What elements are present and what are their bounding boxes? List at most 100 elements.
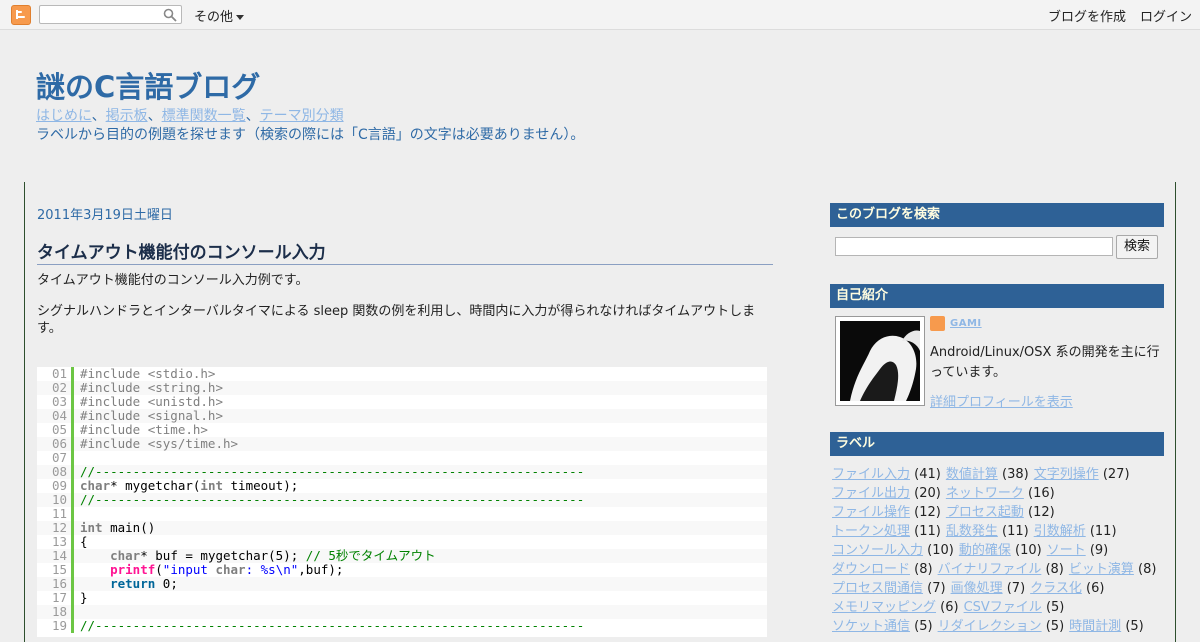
profile-photo[interactable] [835,316,925,406]
label-link[interactable]: ファイル操作 [832,505,910,520]
line-number: 05 [37,423,74,437]
code-text: #include <stdio.h> [80,366,216,381]
code-block: 01 #include <stdio.h> 02 #include <string.h… [37,367,767,637]
label-count: (8) [1138,562,1157,577]
label-count: (41) [914,467,941,482]
label-link[interactable]: 画像処理 [951,581,1003,596]
blogger-profile-icon [930,316,945,331]
search-button[interactable]: 検索 [1116,235,1158,259]
line-number: 15 [37,563,74,577]
label-count: (11) [914,524,941,539]
code-text: //--------------------------------------… [80,492,585,507]
label-item: ファイル操作 (12) [832,503,941,522]
label-link[interactable]: トークン処理 [832,524,910,539]
line-number: 03 [37,395,74,409]
line-number: 12 [37,521,74,535]
label-link[interactable]: CSVファイル [964,600,1042,615]
label-link[interactable]: ソート [1047,543,1086,558]
profile-name-link[interactable]: GAMI [950,318,982,329]
label-item: メモリマッピング (6) [832,598,959,617]
label-count: (10) [1015,543,1042,558]
post-paragraph-detail: シグナルハンドラとインターバルタイマによる sleep 関数の例を利用し、時間内… [37,304,756,336]
label-link[interactable]: 乱数発生 [946,524,998,539]
label-count: (5) [1045,600,1065,615]
post-paragraph-intro: タイムアウト機能付のコンソール入力例です。 [37,273,309,288]
label-link[interactable]: ネットワーク [946,486,1024,501]
line-number: 07 [37,451,74,465]
profile-text: Android/Linux/OSX 系の開発を主に行っています。 [930,345,1160,380]
label-count: (38) [1002,467,1029,482]
label-link[interactable]: クラス化 [1030,581,1082,596]
search-icon[interactable] [163,8,177,22]
code-line: 17} [37,591,767,605]
label-count: (5) [1125,619,1144,634]
label-link[interactable]: プロセス起動 [946,505,1024,520]
code-line: 07 [37,451,767,465]
link-keijiban[interactable]: 掲示板 [106,108,148,124]
label-link[interactable]: ダウンロード [832,562,910,577]
label-link[interactable]: ファイル入力 [832,467,910,482]
code-line: 12 int main() [37,521,767,535]
code-line: 16 return 0; [37,577,767,591]
more-menu[interactable]: その他 [194,6,245,25]
label-link[interactable]: ビット演算 [1069,562,1134,577]
label-link[interactable]: 文字列操作 [1034,467,1099,482]
create-blog-link[interactable]: ブログを作成 [1048,6,1126,25]
line-number: 10 [37,493,74,507]
chevron-down-icon [236,15,245,20]
view-full-profile-link[interactable]: 詳細プロフィールを表示 [930,391,1073,410]
blogger-logo-icon[interactable] [11,5,31,25]
code-text: return 0; [110,576,178,591]
code-line: 18 [37,605,767,619]
label-item: ビット演算 (8) [1069,560,1157,579]
labels-widget-title: ラベル [830,432,1164,456]
navbar-search-input[interactable] [39,5,182,24]
label-link[interactable]: 動的確保 [959,543,1011,558]
label-count: (11) [1089,524,1117,539]
label-link[interactable]: バイナリファイル [938,562,1042,577]
label-count: (12) [1028,505,1055,520]
code-line: 05 #include <time.h> [37,423,767,437]
login-link[interactable]: ログイン [1140,6,1192,25]
label-item: ソート (9) [1047,541,1109,560]
link-themes[interactable]: テーマ別分類 [260,108,344,124]
line-number: 09 [37,479,74,493]
label-item: プロセス間通信 (7) [832,579,946,598]
code-line: 19 //------------------------------------… [37,619,767,633]
link-hajimeni[interactable]: はじめに [36,108,92,124]
blog-title[interactable]: 謎のC言語ブログ [36,64,260,106]
label-link[interactable]: 時間計測 [1069,619,1121,634]
label-link[interactable]: 引数解析 [1034,524,1086,539]
label-count: (11) [1002,524,1029,539]
label-count: (5) [914,619,933,634]
code-text: #include <sys/time.h> [80,436,239,451]
label-link[interactable]: メモリマッピング [832,600,936,615]
label-count: (8) [914,562,933,577]
link-standard-functions[interactable]: 標準関数一覧 [162,108,246,124]
code-text: #include <signal.h> [80,408,223,423]
label-count: (5) [1045,619,1065,634]
label-link[interactable]: 数値計算 [946,467,998,482]
code-line: 14 char* buf = mygetchar(5); // 5秒でタイムアウ… [37,549,767,563]
label-link[interactable]: ソケット通信 [832,619,910,634]
label-link[interactable]: ファイル出力 [832,486,910,501]
label-link[interactable]: リダイレクション [938,619,1042,634]
label-count: (8) [1045,562,1064,577]
line-number: 08 [37,465,74,479]
labels-list: ファイル入力 (41) 数値計算 (38) 文字列操作 (27) ファイル出力 (20… [832,465,1162,636]
label-item: 引数解析 (11) [1034,522,1117,541]
post-date: 2011年3月19日土曜日 [37,208,173,223]
code-line: 08 //------------------------------------… [37,465,767,479]
post-title[interactable]: タイムアウト機能付のコンソール入力 [37,238,773,265]
label-link[interactable]: プロセス間通信 [832,581,923,596]
code-text: printf("input char: %s\n",buf); [110,562,344,577]
blog-search-input[interactable] [835,237,1113,256]
label-item: ソケット通信 (5) [832,617,933,636]
label-item: 乱数発生 (11) [946,522,1029,541]
code-line: 02 #include <string.h> [37,381,767,395]
label-link[interactable]: コンソール入力 [832,543,923,558]
more-menu-label: その他 [194,10,234,25]
label-item: 数値計算 (38) [946,465,1029,484]
label-item: CSVファイル (5) [964,598,1065,617]
